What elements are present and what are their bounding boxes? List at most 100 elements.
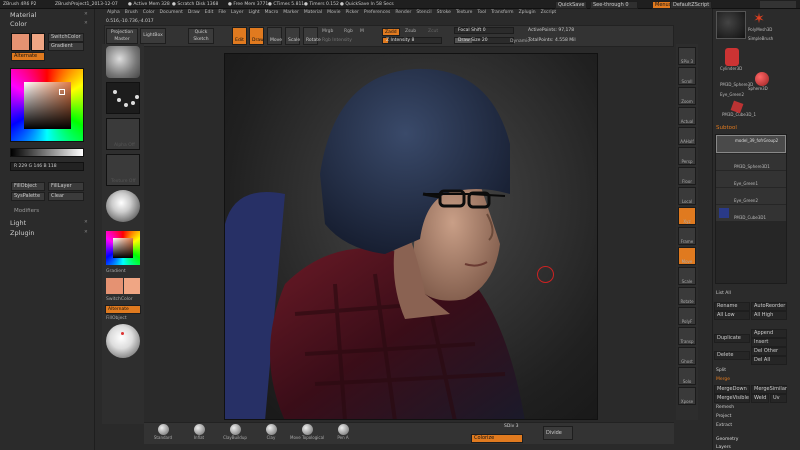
subtool-item[interactable]: PM3D_Cube3D1 [716,205,786,221]
insert-button[interactable]: Insert [751,338,787,347]
z-intensity-slider[interactable]: Z Intensity 8 [382,37,442,44]
shelf-xpose-button[interactable]: Xpose [678,387,696,405]
light-palette-header[interactable]: Light [10,219,26,227]
sdiv-slider[interactable]: SDiv 3 [504,424,519,429]
close-icon[interactable]: ✕ [84,220,88,226]
tray-switch-color[interactable]: SwitchColor [106,297,133,302]
default-zscript-button[interactable]: DefaultZScript [670,1,713,9]
brush-claybuildup-button[interactable]: ClayBuildup [218,424,252,444]
weld-button[interactable]: Weld [751,394,769,403]
menu-color[interactable]: Color [143,10,155,18]
material-thumbnail[interactable] [106,190,140,222]
rgb-values-bar[interactable]: R 229 G 146 B 118 [10,162,84,171]
tray-color-picker[interactable] [106,231,140,265]
menu-light[interactable]: Light [248,10,259,18]
shelf-rotate-button[interactable]: Rotate [678,287,696,305]
menu-stroke[interactable]: Stroke [437,10,451,18]
draw-button[interactable]: Draw [249,27,264,45]
tray-material-ball[interactable] [106,324,140,358]
clear-button[interactable]: Clear [48,192,84,201]
close-icon[interactable]: ✕ [84,230,88,236]
switch-color-button[interactable]: SwitchColor [48,33,84,42]
edit-button[interactable]: Edit [232,27,247,45]
list-all-button[interactable]: List All [716,291,731,296]
rename-button[interactable]: Rename [714,302,750,311]
secondary-color-swatch[interactable] [31,33,45,51]
brush-clay-button[interactable]: Clay [254,424,288,444]
lightbox-button[interactable]: LightBox [140,28,166,44]
shelf-solo-button[interactable]: Solo [678,367,696,385]
brush-move-topological-button[interactable]: Move Topological [290,424,324,444]
shelf-transp-button[interactable]: Transp [678,327,696,345]
m-toggle[interactable]: M [360,29,364,34]
subtool-item[interactable]: Eye_Green1 [716,171,786,187]
shelf-ghost-button[interactable]: Ghost [678,347,696,365]
document-canvas[interactable] [224,53,598,420]
texture-thumbnail[interactable]: Texture Off [106,154,140,186]
scale-button[interactable]: Scale [285,27,300,45]
merge-similar-button[interactable]: MergeSimilar [751,385,787,394]
subtool-item-selected[interactable]: model_39_fofrGroup2 [716,135,786,153]
tool-thumb-eyegreen[interactable]: Eye_Green2 [720,92,744,102]
close-icon[interactable]: ✕ [84,12,88,18]
rgb-toggle[interactable]: Rgb [344,29,353,34]
fill-layer-button[interactable]: FillLayer [48,182,84,191]
split-header[interactable]: Split [716,368,726,373]
close-icon[interactable]: ✕ [84,21,88,27]
menu-alpha[interactable]: Alpha [107,10,120,18]
zadd-toggle[interactable]: Zadd [382,28,400,36]
dynamic-toggle[interactable]: Dynamic [510,39,530,44]
merge-visible-button[interactable]: MergeVisible [714,394,750,403]
menu-zscript[interactable]: Zscript [541,10,557,18]
geometry-header[interactable]: Geometry [716,437,738,442]
window-controls[interactable] [760,1,796,8]
merge-header[interactable]: Merge [716,377,730,382]
menu-brush[interactable]: Brush [125,10,138,18]
all-low-button[interactable]: All Low [714,311,750,320]
tray-main-color[interactable] [106,278,123,294]
menu-render[interactable]: Render [395,10,411,18]
menu-material[interactable]: Material [304,10,322,18]
gray-scale-bar[interactable] [10,148,84,157]
menu-draw[interactable]: Draw [188,10,200,18]
menu-movie[interactable]: Movie [327,10,340,18]
color-palette-header[interactable]: Color [10,20,27,28]
menu-picker[interactable]: Picker [345,10,358,18]
shelf-polyf-button[interactable]: PolyF [678,307,696,325]
shelf-scale-button[interactable]: Scale [678,267,696,285]
shelf-aahalf-button[interactable]: AAHalf [678,127,696,145]
subtool-header[interactable]: Subtool [716,125,737,132]
menu-layer[interactable]: Layer [231,10,244,18]
tray-color-picker-inner[interactable] [113,238,133,258]
menu-edit[interactable]: Edit [205,10,214,18]
menu-texture[interactable]: Texture [456,10,472,18]
append-button[interactable]: Append [751,329,787,338]
zplugin-palette-header[interactable]: Zplugin [10,229,35,237]
project-header[interactable]: Project [716,414,731,419]
tool-thumb-polymesh[interactable]: ✶ PolyMesh3D [748,11,772,35]
color-picker-square[interactable] [10,68,84,142]
menu-zplugin[interactable]: Zplugin [519,10,536,18]
material-palette-header[interactable]: Material [10,11,36,19]
fill-object-button[interactable]: FillObject [11,182,45,191]
quick-sketch-button[interactable]: Quick Sketch [188,28,214,44]
projection-master-button[interactable]: Projection Master [106,28,138,44]
tool-thumb-sphere[interactable]: Sphere3D [748,72,776,102]
del-all-button[interactable]: Del All [751,356,787,365]
menu-stencil[interactable]: Stencil [416,10,431,18]
tool-thumbnail-current[interactable] [716,11,746,39]
modifiers-header[interactable]: Modifiers [14,208,39,215]
delete-button[interactable]: Delete [714,351,750,360]
del-other-button[interactable]: Del Other [751,347,787,356]
tool-thumb-cylinder[interactable]: Cylinder3D [720,48,744,80]
tray-fill-object[interactable]: FillObject [106,316,127,321]
rotate-button[interactable]: Rotate [303,27,321,45]
tool-thumb-simplebrush[interactable]: SimpleBrush [748,36,778,48]
menu-file[interactable]: File [218,10,226,18]
shelf-zoom-button[interactable]: Zoom [678,87,696,105]
divide-button[interactable]: Divide [543,426,573,440]
shelf-move-button[interactable]: Move [678,247,696,265]
menu-macro[interactable]: Macro [265,10,279,18]
duplicate-button[interactable]: Duplicate [714,334,750,343]
mrgb-toggle[interactable]: Mrgb [322,29,333,34]
